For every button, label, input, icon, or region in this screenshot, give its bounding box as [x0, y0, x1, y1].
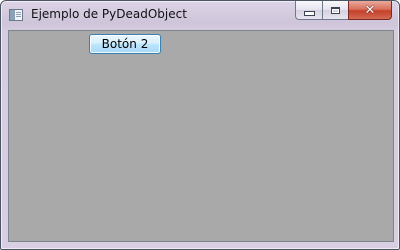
close-icon: ✕ [364, 2, 376, 18]
app-window: Ejemplo de PyDeadObject ✕ Botón 2 [0, 0, 400, 250]
window-title: Ejemplo de PyDeadObject [31, 7, 187, 21]
close-button[interactable]: ✕ [348, 1, 392, 20]
title-bar[interactable]: Ejemplo de PyDeadObject ✕ [1, 1, 399, 29]
client-area: Botón 2 [8, 30, 394, 242]
app-window-icon[interactable] [9, 9, 23, 21]
minimize-button[interactable] [295, 1, 322, 20]
boton-2-button[interactable]: Botón 2 [89, 34, 161, 54]
maximize-icon [331, 6, 340, 14]
caption-buttons: ✕ [295, 1, 392, 21]
minimize-icon [303, 10, 315, 16]
maximize-button[interactable] [322, 1, 348, 20]
